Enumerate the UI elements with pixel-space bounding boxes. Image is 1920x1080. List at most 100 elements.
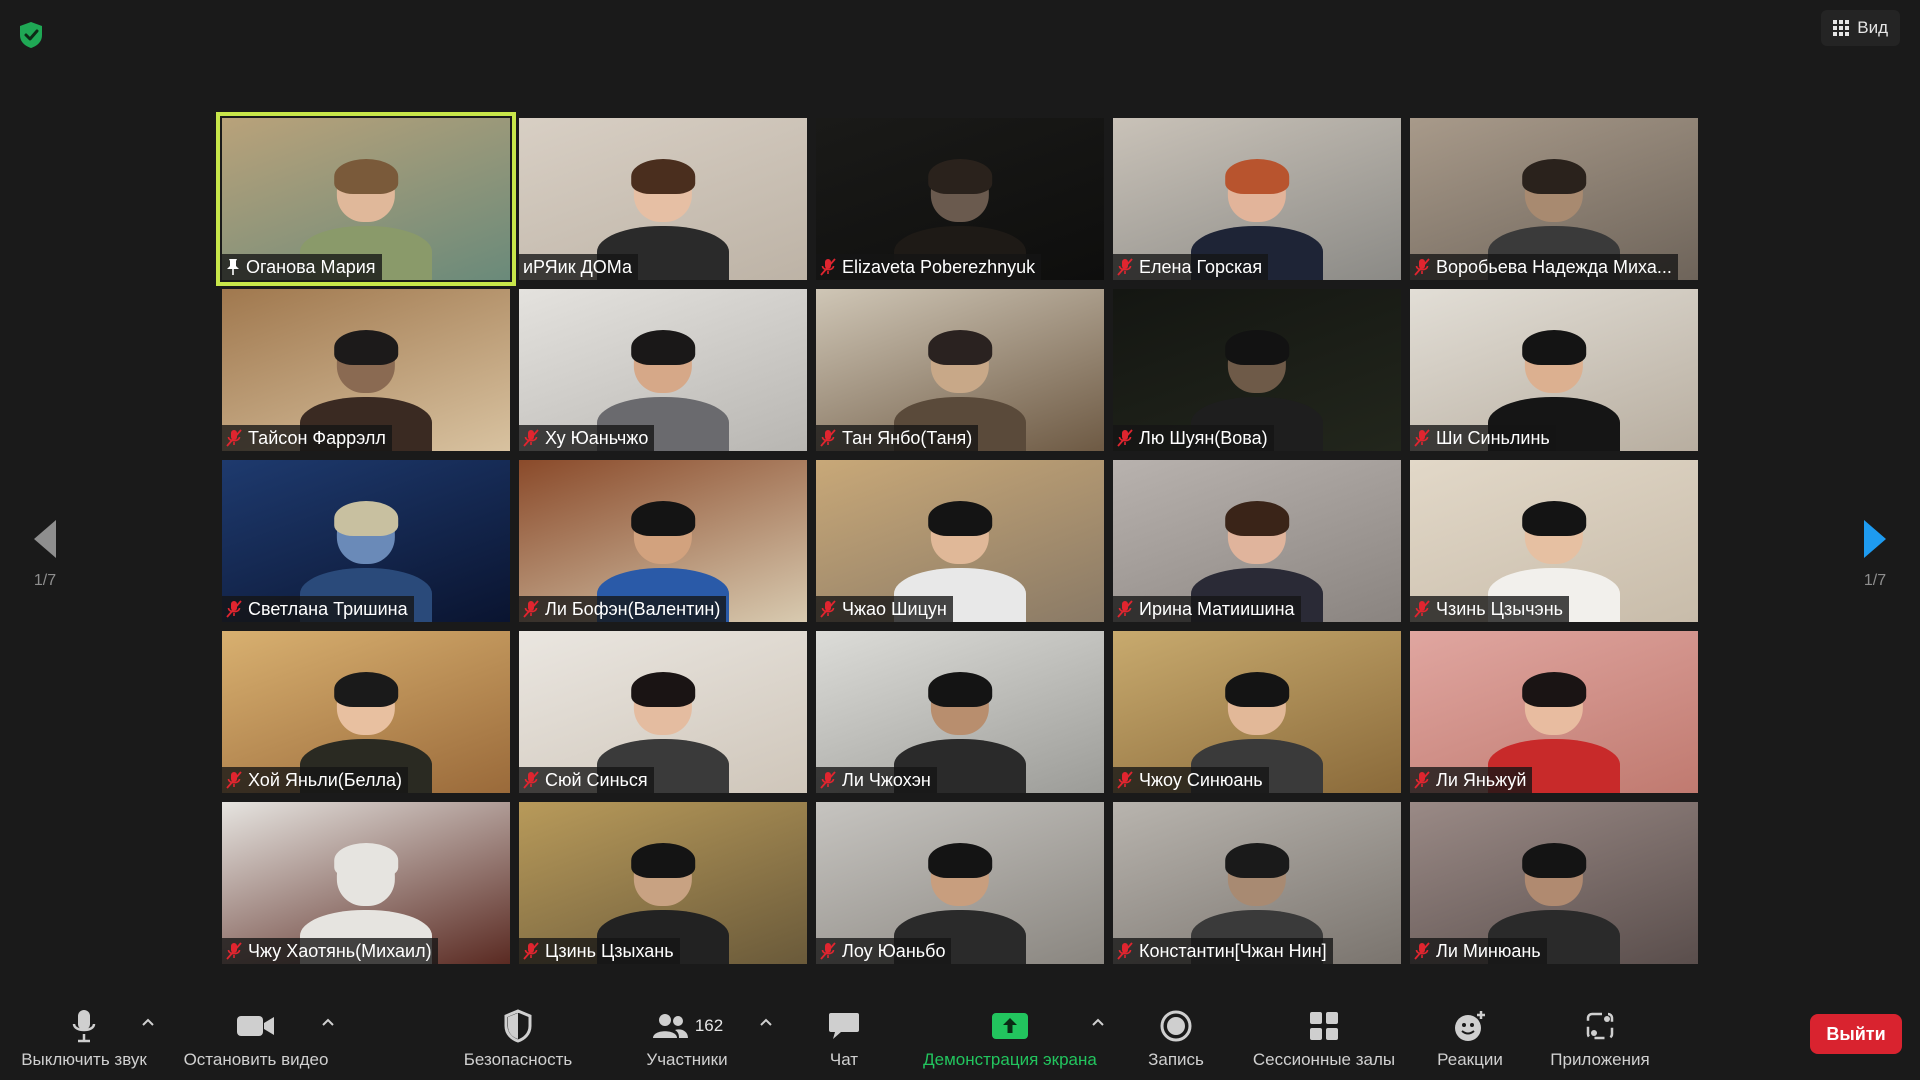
participant-name-caption: иРЯик ДОМа (519, 254, 638, 280)
participant-video-tile[interactable]: Ху Юаньчжо (519, 289, 807, 451)
participant-name: Цзинь Цзыхань (545, 940, 674, 961)
muted-microphone-icon (226, 942, 242, 960)
share-options-caret-icon[interactable] (1090, 1016, 1106, 1028)
participant-name: иРЯик ДОМа (523, 256, 632, 277)
participant-name: Чжу Хаотянь(Михаил) (248, 940, 432, 961)
participant-video-tile[interactable]: Ирина Матиишина (1113, 460, 1401, 622)
participants-options-caret-icon[interactable] (758, 1016, 774, 1028)
encryption-shield-icon[interactable] (14, 18, 48, 52)
stop-video-button[interactable]: Остановить видео (176, 1006, 336, 1070)
muted-microphone-icon (1117, 258, 1133, 276)
participant-name-caption: Чжу Хаотянь(Михаил) (222, 938, 438, 964)
muted-microphone-icon (226, 771, 242, 789)
participant-video-tile[interactable]: Лоу Юаньбо (816, 802, 1104, 964)
muted-microphone-icon (820, 942, 836, 960)
participant-video-tile[interactable]: Чзинь Цзычэнь (1410, 460, 1698, 622)
participant-video-tile[interactable]: Хой Яньли(Белла) (222, 631, 510, 793)
record-button[interactable]: Запись (1138, 1006, 1214, 1070)
previous-page-button[interactable]: 1/7 (20, 518, 70, 590)
participant-name-caption: Ли Яньжуй (1410, 767, 1533, 793)
apps-button[interactable]: Приложения (1538, 1006, 1662, 1070)
participant-video-tile[interactable]: Воробьева Надежда Миха... (1410, 118, 1698, 280)
participant-video-tile[interactable]: Чжао Шицун (816, 460, 1104, 622)
participant-video-tile[interactable]: Elizaveta Poberezhnyuk (816, 118, 1104, 280)
reactions-label: Реакции (1437, 1050, 1503, 1069)
participant-name: Ирина Матиишина (1139, 598, 1295, 619)
muted-microphone-icon (820, 600, 836, 618)
participant-video-tile[interactable]: Цзинь Цзыхань (519, 802, 807, 964)
view-button[interactable]: Вид (1821, 10, 1900, 46)
participant-name: Elizaveta Poberezhnyuk (842, 256, 1036, 277)
chat-button[interactable]: Чат (808, 1006, 880, 1070)
participant-name: Хой Яньли(Белла) (248, 769, 402, 790)
participant-name-caption: Елена Горская (1113, 254, 1269, 280)
participant-name-caption: Чзинь Цзычэнь (1410, 596, 1570, 622)
participant-name: Сюй Синься (545, 769, 648, 790)
participant-name-caption: Сюй Синься (519, 767, 654, 793)
participant-name: Ли Чжохэн (842, 769, 931, 790)
participant-video-tile[interactable]: Ли Бофэн(Валентин) (519, 460, 807, 622)
participant-name: Тан Янбо(Таня) (842, 427, 973, 448)
participant-name: Ли Бофэн(Валентин) (545, 598, 721, 619)
participant-video-tile[interactable]: иРЯик ДОМа (519, 118, 807, 280)
participant-video-tile[interactable]: Ли Минюань (1410, 802, 1698, 964)
participant-video-tile[interactable]: Сюй Синься (519, 631, 807, 793)
participant-video-tile[interactable]: Оганова Мария (216, 112, 516, 286)
mute-label: Выключить звук (21, 1050, 147, 1069)
participant-name-caption: Ирина Матиишина (1113, 596, 1301, 622)
participant-video-tile[interactable]: Светлана Тришина (222, 460, 510, 622)
chat-bubble-icon (829, 1013, 859, 1039)
participant-video-tile[interactable]: Чжу Хаотянь(Михаил) (222, 802, 510, 964)
next-page-button[interactable]: 1/7 (1850, 518, 1900, 590)
breakout-rooms-label: Сессионные залы (1252, 1050, 1396, 1069)
participant-video-tile[interactable]: Ли Чжохэн (816, 631, 1104, 793)
share-screen-button[interactable]: Демонстрация экрана (906, 1006, 1114, 1070)
muted-microphone-icon (1414, 258, 1430, 276)
participants-icon (652, 1014, 688, 1038)
participant-name-caption: Тан Янбо(Таня) (816, 425, 979, 451)
reactions-button[interactable]: Реакции (1428, 1006, 1512, 1070)
video-options-caret-icon[interactable] (320, 1016, 336, 1028)
share-screen-label: Демонстрация экрана (923, 1050, 1097, 1069)
grid-view-icon (1833, 20, 1850, 36)
muted-microphone-icon (1414, 429, 1430, 447)
participant-video-tile[interactable]: Чжоу Синюань (1113, 631, 1401, 793)
participants-count: 162 (694, 1016, 724, 1035)
participant-video-tile[interactable]: Тан Янбо(Таня) (816, 289, 1104, 451)
participant-video-tile[interactable]: Константин[Чжан Нин] (1113, 802, 1401, 964)
participant-name-caption: Чжао Шицун (816, 596, 953, 622)
participant-name-caption: Светлана Тришина (222, 596, 414, 622)
participant-video-tile[interactable]: Ли Яньжуй (1410, 631, 1698, 793)
page-indicator-right: 1/7 (1863, 572, 1887, 589)
participant-name: Ши Синьлинь (1436, 427, 1550, 448)
participant-video-tile[interactable]: Лю Шуян(Вова) (1113, 289, 1401, 451)
muted-microphone-icon (1117, 942, 1133, 960)
muted-microphone-icon (1414, 942, 1430, 960)
record-label: Запись (1148, 1050, 1204, 1069)
leave-meeting-button[interactable]: Выйти (1810, 1014, 1902, 1054)
participant-name-caption: Ли Чжохэн (816, 767, 937, 793)
muted-microphone-icon (226, 600, 242, 618)
participant-name-caption: Чжоу Синюань (1113, 767, 1269, 793)
view-label: Вид (1857, 18, 1888, 37)
chat-label: Чат (829, 1050, 859, 1069)
muted-microphone-icon (820, 771, 836, 789)
participant-video-tile[interactable]: Елена Горская (1113, 118, 1401, 280)
muted-microphone-icon (820, 429, 836, 447)
participant-name-caption: Ли Минюань (1410, 938, 1547, 964)
participant-name: Воробьева Надежда Миха... (1436, 256, 1672, 277)
arrow-right-icon (1864, 520, 1886, 558)
participant-name-caption: Тайсон Фаррэлл (222, 425, 392, 451)
security-button[interactable]: Безопасность (456, 1006, 580, 1070)
participant-video-tile[interactable]: Тайсон Фаррэлл (222, 289, 510, 451)
breakout-rooms-button[interactable]: Сессионные залы (1246, 1006, 1402, 1070)
participant-video-tile[interactable]: Ши Синьлинь (1410, 289, 1698, 451)
microphone-icon (72, 1010, 96, 1043)
audio-options-caret-icon[interactable] (140, 1016, 156, 1028)
mute-button[interactable]: Выключить звук (14, 1006, 154, 1070)
video-gallery: Оганова Мария иРЯик ДОМа Elizaveta Poberez… (216, 112, 1698, 964)
participant-name: Оганова Мария (246, 256, 376, 277)
participant-name: Ли Яньжуй (1436, 769, 1527, 790)
participants-button[interactable]: 162 Участники (632, 1006, 742, 1070)
share-screen-icon (992, 1013, 1028, 1039)
